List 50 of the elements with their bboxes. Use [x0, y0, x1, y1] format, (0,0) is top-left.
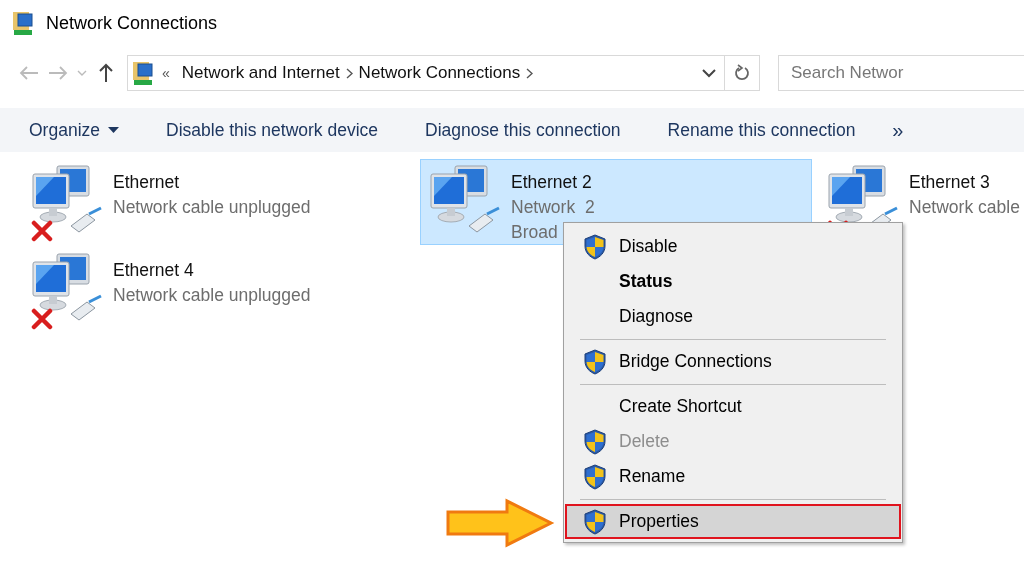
menu-item[interactable]: Rename: [565, 459, 901, 494]
chevron-right-icon[interactable]: [526, 67, 534, 79]
menu-item-label: Bridge Connections: [619, 351, 772, 372]
menu-item-label: Properties: [619, 511, 699, 532]
menu-item-label: Diagnose: [619, 306, 693, 327]
connection-status: Network cable unplugged: [113, 284, 311, 307]
connection-name: Ethernet: [113, 171, 181, 194]
menu-item[interactable]: Status: [565, 264, 901, 299]
toolbar-button[interactable]: Diagnose this connection: [425, 119, 621, 141]
connection-name: Ethernet 4: [113, 259, 195, 282]
cross-icon: [31, 308, 53, 330]
breadcrumb-item[interactable]: Network Connections: [358, 63, 521, 83]
address-bar[interactable]: « Network and Internet Network Connections: [127, 55, 760, 91]
menu-item-label: Delete: [619, 431, 670, 452]
menu-item-label: Rename: [619, 466, 686, 487]
connection-name: Ethernet 3: [909, 171, 991, 194]
shield-icon: [583, 233, 607, 260]
network-folder-icon: [12, 10, 36, 36]
menu-item[interactable]: Create Shortcut: [565, 389, 901, 424]
connection-item[interactable]: Ethernet 4 Network cable unplugged: [22, 247, 414, 333]
menu-item-label: Create Shortcut: [619, 396, 742, 417]
breadcrumb-item[interactable]: Network and Internet: [181, 63, 340, 83]
refresh-icon[interactable]: [734, 64, 750, 82]
menu-item[interactable]: Properties: [565, 504, 901, 539]
up-arrow-icon[interactable]: [98, 63, 115, 83]
connection-status: Network 2: [511, 196, 595, 219]
chevron-down-icon[interactable]: [702, 68, 716, 78]
network-folder-icon: [132, 60, 156, 86]
menu-item-label: Status: [619, 271, 673, 292]
connection-name: Ethernet 2: [511, 171, 593, 194]
shield-icon: [583, 348, 607, 375]
menu-item[interactable]: Bridge Connections: [565, 344, 901, 379]
breadcrumb-overflow[interactable]: «: [162, 65, 170, 81]
connection-status: Broad: [511, 221, 559, 244]
search-field[interactable]: Search Networ: [778, 55, 1024, 91]
caret-icon: [108, 127, 119, 133]
shield-icon: [583, 463, 607, 490]
connection-status: Network cable: [909, 196, 1020, 219]
menu-item[interactable]: Diagnose: [565, 299, 901, 334]
toolbar-button[interactable]: Rename this connection: [667, 119, 856, 141]
shield-icon: [583, 508, 607, 535]
connection-status: Network cable unplugged: [113, 196, 311, 219]
more-button[interactable]: »: [892, 118, 904, 142]
shield-icon: [583, 428, 607, 455]
connection-item[interactable]: Ethernet Network cable unplugged: [22, 159, 414, 245]
window-title: Network Connections: [46, 12, 218, 34]
cross-icon: [31, 220, 53, 242]
toolbar-button[interactable]: Organize: [29, 119, 119, 141]
chevron-right-icon[interactable]: [345, 67, 353, 79]
toolbar-button[interactable]: Disable this network device: [166, 119, 379, 141]
